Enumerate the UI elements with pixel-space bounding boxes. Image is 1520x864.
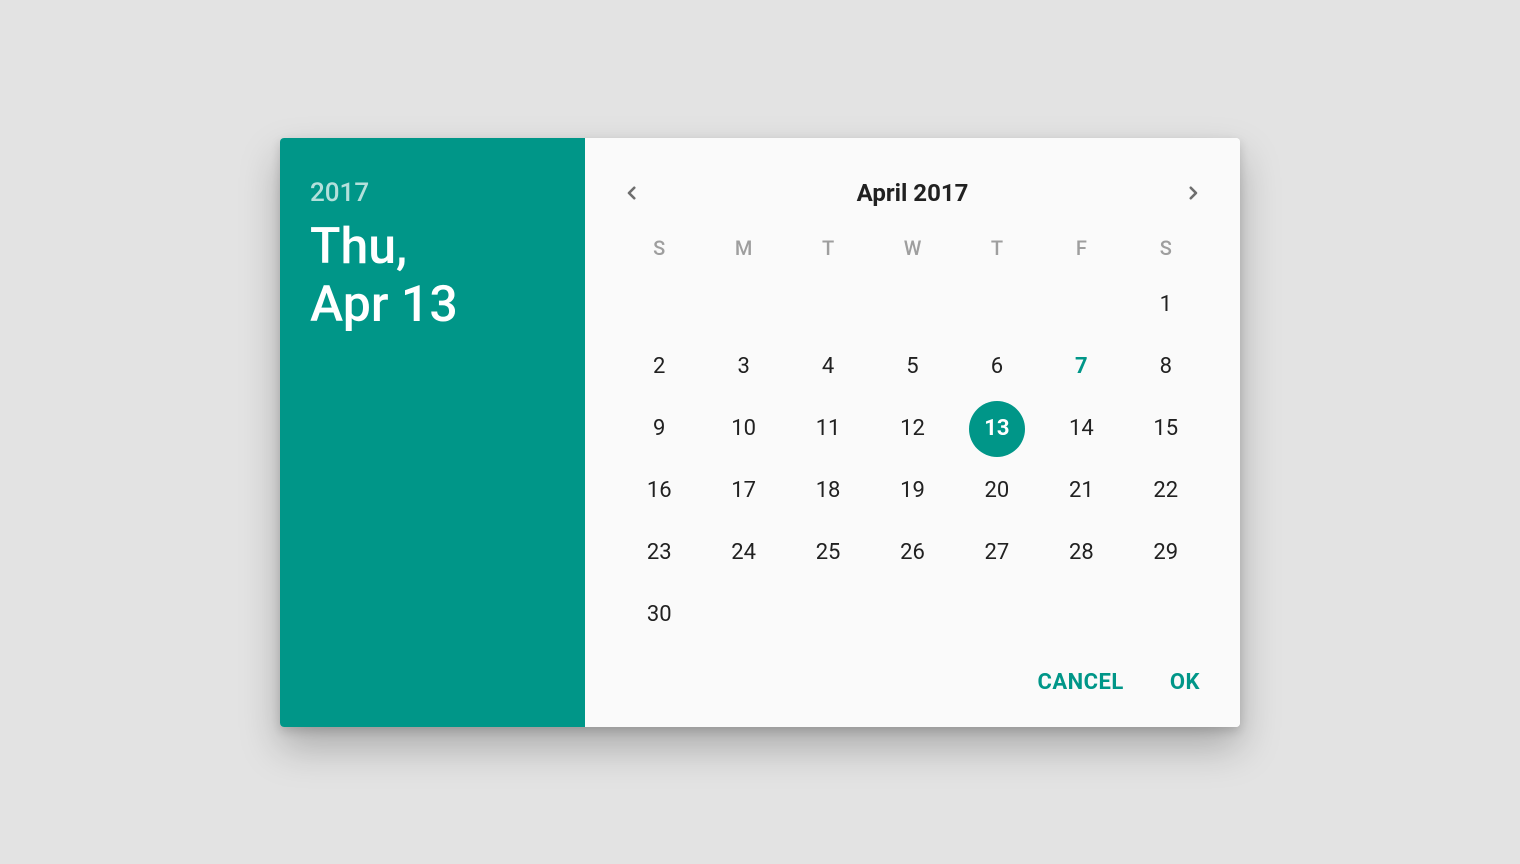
day-cell[interactable]: 19 (870, 460, 954, 522)
cancel-button[interactable]: CANCEL (1037, 670, 1123, 695)
day-of-week-label: W (870, 226, 954, 274)
day-cell[interactable]: 1 (1124, 274, 1208, 336)
day-cell[interactable]: 26 (870, 522, 954, 584)
day-cell[interactable]: 9 (617, 398, 701, 460)
empty-cell (955, 274, 1039, 336)
day-cell[interactable]: 3 (701, 336, 785, 398)
ok-button[interactable]: OK (1170, 670, 1200, 695)
day-cell[interactable]: 22 (1124, 460, 1208, 522)
month-title: April 2017 (857, 179, 969, 207)
dialog-actions: CANCEL OK (617, 646, 1208, 703)
selected-date-label[interactable]: Thu, Apr 13 (310, 218, 555, 334)
selected-weekday: Thu, (310, 218, 555, 276)
day-cell[interactable]: 4 (786, 336, 870, 398)
day-cell[interactable]: 10 (701, 398, 785, 460)
chevron-left-icon (623, 184, 641, 202)
day-cell[interactable]: 11 (786, 398, 870, 460)
day-of-week-label: T (955, 226, 1039, 274)
empty-cell (701, 274, 785, 336)
day-cell[interactable]: 14 (1039, 398, 1123, 460)
day-cell[interactable]: 28 (1039, 522, 1123, 584)
calendar-panel: April 2017 SMTWTFS 123456789101112131415… (585, 138, 1240, 727)
day-cell[interactable]: 25 (786, 522, 870, 584)
day-cell[interactable]: 2 (617, 336, 701, 398)
day-cell[interactable]: 18 (786, 460, 870, 522)
year-label[interactable]: 2017 (310, 178, 555, 208)
day-cell[interactable]: 6 (955, 336, 1039, 398)
selected-monthday: Apr 13 (310, 276, 555, 334)
day-cell[interactable]: 5 (870, 336, 954, 398)
day-of-week-label: S (1124, 226, 1208, 274)
next-month-button[interactable] (1178, 178, 1208, 208)
day-cell[interactable]: 16 (617, 460, 701, 522)
day-of-week-label: F (1039, 226, 1123, 274)
empty-cell (786, 274, 870, 336)
chevron-right-icon (1184, 184, 1202, 202)
day-cell[interactable]: 15 (1124, 398, 1208, 460)
selected-day-bubble: 13 (969, 401, 1025, 457)
day-cell[interactable]: 7 (1039, 336, 1123, 398)
day-of-week-label: S (617, 226, 701, 274)
day-of-week-label: M (701, 226, 785, 274)
day-cell[interactable]: 20 (955, 460, 1039, 522)
day-cell[interactable]: 29 (1124, 522, 1208, 584)
day-of-week-label: T (786, 226, 870, 274)
day-cell[interactable]: 24 (701, 522, 785, 584)
day-cell[interactable]: 23 (617, 522, 701, 584)
date-picker-dialog: 2017 Thu, Apr 13 April 2017 SMTWTFS 1234… (280, 138, 1240, 727)
days-grid: 1234567891011121314151617181920212223242… (617, 274, 1208, 646)
day-cell[interactable]: 21 (1039, 460, 1123, 522)
day-cell[interactable]: 17 (701, 460, 785, 522)
month-navigation: April 2017 (617, 158, 1208, 226)
date-picker-header: 2017 Thu, Apr 13 (280, 138, 585, 727)
empty-cell (617, 274, 701, 336)
day-cell[interactable]: 27 (955, 522, 1039, 584)
day-of-week-row: SMTWTFS (617, 226, 1208, 274)
day-cell[interactable]: 13 (955, 398, 1039, 460)
previous-month-button[interactable] (617, 178, 647, 208)
day-cell[interactable]: 12 (870, 398, 954, 460)
empty-cell (870, 274, 954, 336)
day-cell[interactable]: 30 (617, 584, 701, 646)
day-cell[interactable]: 8 (1124, 336, 1208, 398)
empty-cell (1039, 274, 1123, 336)
